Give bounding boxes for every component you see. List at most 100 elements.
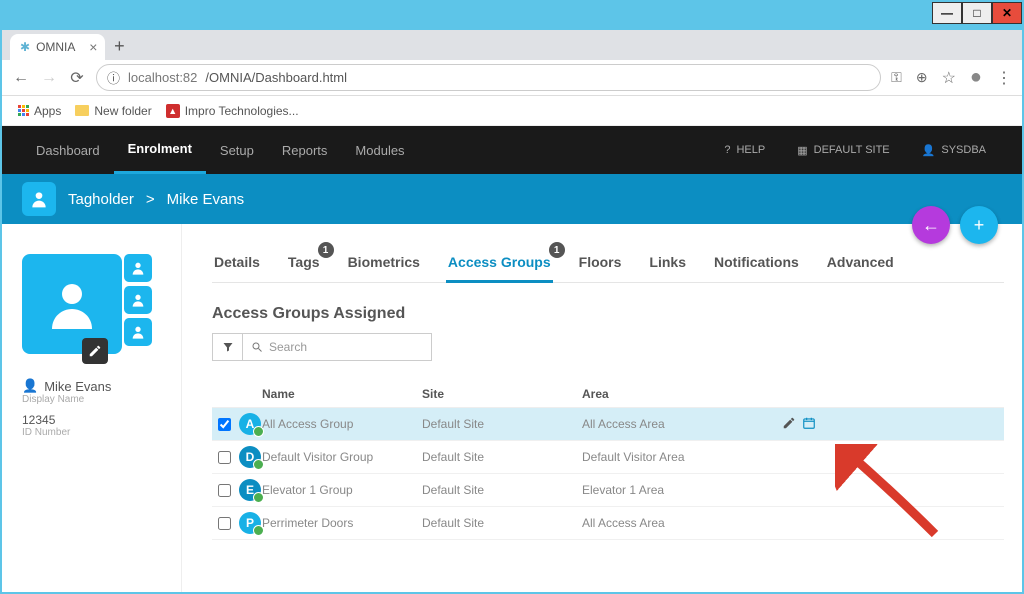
filter-button[interactable] [212,333,242,361]
cell-area: All Access Area [582,417,782,431]
tab-favicon: ✱ [20,40,30,54]
sidebar-id-label: ID Number [22,427,167,438]
edit-row-button[interactable] [782,416,796,433]
cell-site: Default Site [422,483,582,497]
search-icon [251,341,263,353]
cell-name: Perrimeter Doors [262,516,422,530]
calendar-row-button[interactable] [802,416,816,433]
tab-biometrics[interactable]: Biometrics [346,248,422,282]
cell-site: Default Site [422,417,582,431]
breadcrumb: Tagholder > Mike Evans [2,174,1022,224]
nav-reload-icon[interactable]: ⟳ [68,68,86,88]
bookmark-new-folder[interactable]: New folder [75,104,151,118]
star-icon[interactable]: ☆ [942,68,956,88]
fab-add-button[interactable]: + [960,206,998,244]
tab-details[interactable]: Details [212,248,262,282]
table-row[interactable]: DDefault Visitor GroupDefault SiteDefaul… [212,441,1004,474]
zoom-icon[interactable]: ⊕ [916,69,928,86]
table-row[interactable]: AAll Access GroupDefault SiteAll Access … [212,408,1004,441]
row-checkbox[interactable] [218,451,231,464]
col-header-name[interactable]: Name [262,387,422,401]
row-checkbox[interactable] [218,418,231,431]
tab-title: OMNIA [36,40,75,54]
tab-notifications[interactable]: Notifications [712,248,801,282]
nav-enrolment[interactable]: Enrolment [114,126,206,174]
tab-floors[interactable]: Floors [577,248,624,282]
nav-user[interactable]: 👤SYSDBA [906,144,1002,157]
url-path: /OMNIA/Dashboard.html [205,70,347,85]
bookmark-apps[interactable]: Apps [18,104,61,118]
tab-access-groups[interactable]: Access Groups1 [446,248,553,283]
nav-setup[interactable]: Setup [206,126,268,174]
search-placeholder: Search [269,340,307,354]
breadcrumb-sep: > [146,191,155,208]
person-icon [42,274,102,334]
breadcrumb-icon [22,182,56,216]
nav-help[interactable]: ?HELP [708,144,781,156]
cell-site: Default Site [422,450,582,464]
table-row[interactable]: PPerrimeter DoorsDefault SiteAll Access … [212,507,1004,540]
fab-back-button[interactable]: ← [912,206,950,244]
url-host: localhost:82 [128,70,197,85]
browser-address-bar: ← → ⟳ ⓘ localhost:82/OMNIA/Dashboard.htm… [2,60,1022,96]
group-chip: P [239,512,261,534]
detail-tabs: Details Tags1 Biometrics Access Groups1 … [212,248,1004,283]
access-groups-badge: 1 [549,242,565,258]
col-header-area[interactable]: Area [582,387,782,401]
nav-site[interactable]: ▦DEFAULT SITE [781,144,905,157]
cell-name: Elevator 1 Group [262,483,422,497]
cell-name: Default Visitor Group [262,450,422,464]
window-maximize-button[interactable]: □ [962,2,992,24]
person-icon [29,189,49,209]
section-title: Access Groups Assigned [212,305,1004,323]
col-header-site[interactable]: Site [422,387,582,401]
group-chip: A [239,413,261,435]
cell-site: Default Site [422,516,582,530]
url-field[interactable]: ⓘ localhost:82/OMNIA/Dashboard.html [96,64,881,91]
nav-back-icon[interactable]: ← [12,69,30,87]
left-sidebar: 👤Mike Evans Display Name 12345 ID Number [2,224,182,592]
new-tab-button[interactable]: + [105,32,133,60]
profile-icon[interactable]: ● [970,66,982,89]
nav-modules[interactable]: Modules [341,126,418,174]
top-nav: Dashboard Enrolment Setup Reports Module… [2,126,1022,174]
edit-avatar-button[interactable] [82,338,108,364]
table-row[interactable]: EElevator 1 GroupDefault SiteElevator 1 … [212,474,1004,507]
browser-tab[interactable]: ✱ OMNIA × [10,34,105,60]
avatar-thumb-2[interactable] [124,286,152,314]
sidebar-id: 12345 [22,413,167,427]
tab-advanced[interactable]: Advanced [825,248,896,282]
avatar-thumb-1[interactable] [124,254,152,282]
tab-links[interactable]: Links [647,248,688,282]
tab-close-icon[interactable]: × [89,39,97,55]
nav-reports[interactable]: Reports [268,126,342,174]
group-chip: E [239,479,261,501]
row-checkbox[interactable] [218,517,231,530]
nav-dashboard[interactable]: Dashboard [22,126,114,174]
menu-icon[interactable]: ⋮ [996,68,1012,88]
window-titlebar: — □ ✕ [2,2,1022,30]
breadcrumb-current: Mike Evans [167,191,245,208]
cell-area: Elevator 1 Area [582,483,782,497]
bookmark-impro[interactable]: ▲ Impro Technologies... [166,104,299,118]
help-icon: ? [724,144,730,156]
browser-tab-bar: ✱ OMNIA × + [2,30,1022,60]
key-icon[interactable]: ⚿ [891,69,902,86]
window-minimize-button[interactable]: — [932,2,962,24]
breadcrumb-root[interactable]: Tagholder [68,191,134,208]
window-close-button[interactable]: ✕ [992,2,1022,24]
pencil-icon [88,344,102,358]
avatar-thumb-3[interactable] [124,318,152,346]
search-input[interactable]: Search [242,333,432,361]
sidebar-name: Mike Evans [44,379,111,394]
nav-forward-icon[interactable]: → [40,69,58,87]
site-icon: ▦ [797,144,807,157]
cell-area: All Access Area [582,516,782,530]
user-icon: 👤 [922,144,936,157]
tags-badge: 1 [318,242,334,258]
tab-tags[interactable]: Tags1 [286,248,322,282]
row-checkbox[interactable] [218,484,231,497]
bookmarks-bar: Apps New folder ▲ Impro Technologies... [2,96,1022,126]
funnel-icon [222,341,234,353]
cell-area: Default Visitor Area [582,450,782,464]
